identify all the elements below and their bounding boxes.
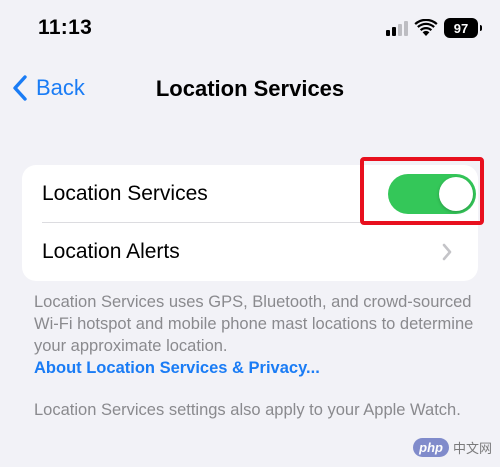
- watermark-logo: php: [413, 438, 449, 457]
- page-title: Location Services: [155, 76, 345, 101]
- location-services-label: Location Services: [42, 182, 208, 205]
- wifi-icon: [414, 19, 438, 36]
- screen: 11:13 97 Back Location Services Location…: [0, 0, 500, 467]
- battery-icon: 97: [444, 18, 482, 38]
- status-bar: 11:13 97: [0, 0, 500, 60]
- status-time: 11:13: [38, 16, 93, 39]
- signal-icon: [386, 20, 408, 36]
- location-alerts-label: Location Alerts: [42, 240, 180, 263]
- privacy-link[interactable]: About Location Services & Privacy...: [34, 357, 320, 379]
- footer-description: Location Services uses GPS, Bluetooth, a…: [34, 293, 474, 355]
- toggle-knob: [439, 177, 473, 211]
- chevron-right-icon: [442, 243, 452, 261]
- nav-bar: Back Location Services: [0, 60, 500, 116]
- settings-group: Location Services Location Alerts: [22, 165, 478, 281]
- location-services-toggle[interactable]: [388, 174, 476, 214]
- watermark-text: 中文网: [452, 441, 492, 456]
- battery-level: 97: [453, 20, 469, 36]
- watermark: php 中文网: [413, 438, 492, 457]
- location-services-row: Location Services: [22, 165, 478, 223]
- footer-apple-watch-note: Location Services settings also apply to…: [34, 401, 461, 419]
- location-alerts-row[interactable]: Location Alerts: [22, 223, 478, 281]
- status-icons: 97: [386, 18, 482, 38]
